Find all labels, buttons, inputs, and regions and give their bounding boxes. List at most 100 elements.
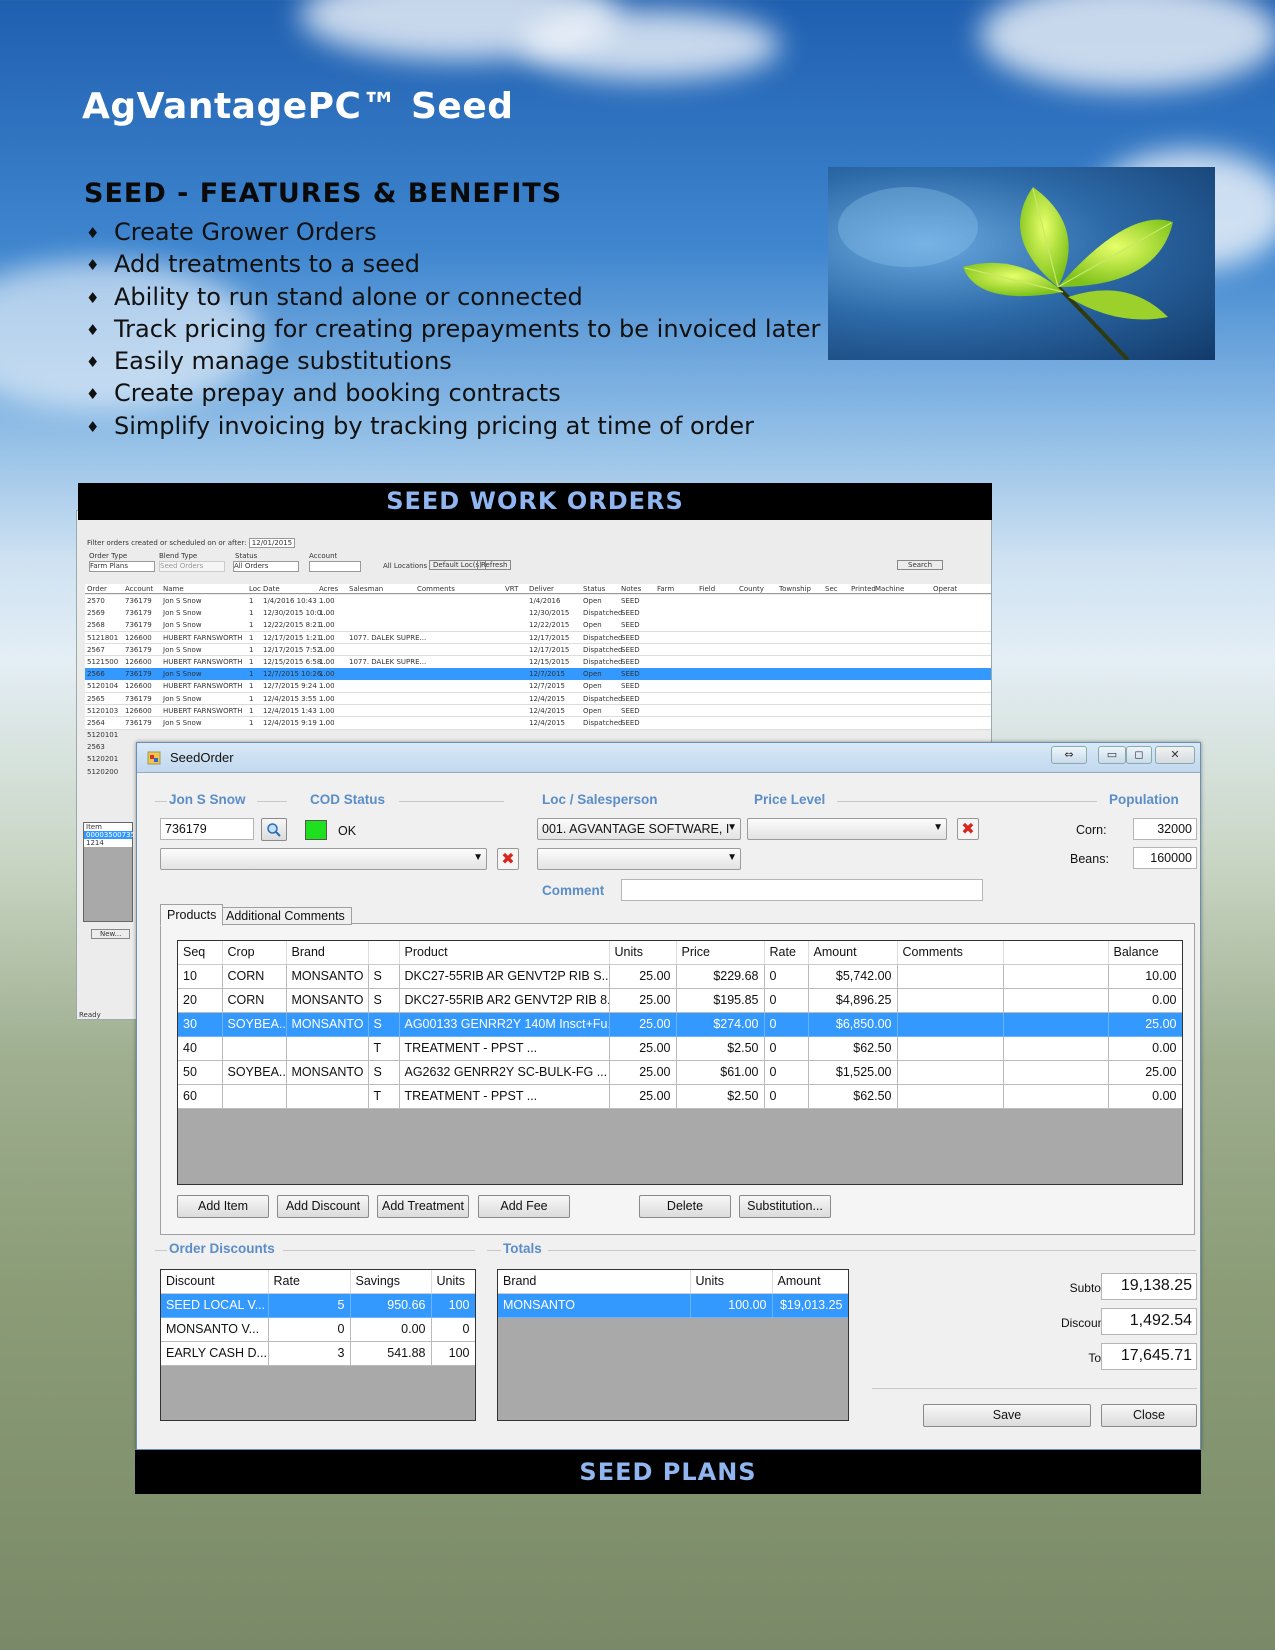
orders-col-header[interactable]: Order xyxy=(87,585,107,593)
product-cell-seq[interactable]: 30 xyxy=(178,1012,223,1037)
product-cell-seq[interactable]: 50 xyxy=(178,1060,223,1085)
product-cell-price[interactable]: $2.50 xyxy=(676,1084,765,1109)
discount-row[interactable]: SEED LOCAL V... 5 950.66 100 xyxy=(161,1293,475,1318)
close-window-button[interactable]: ✕ xyxy=(1155,746,1195,764)
search-account-button[interactable] xyxy=(261,818,287,841)
orders-col-header[interactable]: Comments xyxy=(417,585,455,593)
col-seq[interactable]: Seq xyxy=(178,941,223,965)
col-discount[interactable]: Discount xyxy=(161,1270,269,1294)
product-cell-comments[interactable] xyxy=(897,1084,1004,1109)
account-input[interactable]: 736179 xyxy=(160,818,254,840)
product-cell-price[interactable]: $274.00 xyxy=(676,1012,765,1037)
maximize-button[interactable]: ◻ xyxy=(1126,746,1152,764)
product-cell-type[interactable]: T xyxy=(368,1036,400,1061)
col-product[interactable]: Product xyxy=(399,941,610,965)
product-cell-balance[interactable]: 0.00 xyxy=(1108,1084,1182,1109)
orders-col-header[interactable]: Machine xyxy=(875,585,904,593)
product-cell-crop[interactable] xyxy=(222,1036,287,1061)
all-locations-checkbox[interactable]: All Locations xyxy=(383,562,427,570)
product-cell-brand[interactable]: MONSANTO xyxy=(286,988,369,1013)
product-cell-product[interactable]: AG2632 GENRR2Y SC-BULK-FG ... xyxy=(399,1060,610,1085)
product-cell-units[interactable]: 25.00 xyxy=(609,1012,677,1037)
product-cell-rate[interactable]: 0 xyxy=(764,988,809,1013)
ship-to-select[interactable]: ▼ xyxy=(160,848,487,870)
product-cell-units[interactable]: 25.00 xyxy=(609,988,677,1013)
orders-row-partial[interactable]: 2563 xyxy=(87,743,105,751)
product-cell-type[interactable]: S xyxy=(368,988,400,1013)
save-button[interactable]: Save xyxy=(923,1404,1091,1427)
blend-type-select[interactable]: Seed Orders xyxy=(159,561,225,572)
product-cell-seq[interactable]: 40 xyxy=(178,1036,223,1061)
discount-row[interactable]: MONSANTO V... 0 0.00 0 xyxy=(161,1317,475,1342)
product-cell-units[interactable]: 25.00 xyxy=(609,1060,677,1085)
product-cell-rate[interactable]: 0 xyxy=(764,964,809,989)
comment-input[interactable] xyxy=(621,879,983,901)
product-cell-extra[interactable] xyxy=(1003,964,1109,989)
col-units[interactable]: Units xyxy=(609,941,677,965)
product-cell-seq[interactable]: 20 xyxy=(178,988,223,1013)
product-cell-brand[interactable]: MONSANTO xyxy=(286,964,369,989)
col-extra[interactable] xyxy=(1003,941,1109,965)
orders-row-partial[interactable]: 5120101 xyxy=(87,731,118,739)
orders-col-header[interactable]: Name xyxy=(163,585,184,593)
col-balance[interactable]: Balance xyxy=(1108,941,1182,965)
product-cell-extra[interactable] xyxy=(1003,1084,1109,1109)
product-row[interactable]: 50 SOYBEA... MONSANTO S AG2632 GENRR2Y SC-BU… xyxy=(178,1060,1182,1085)
product-row[interactable]: 40 T TREATMENT - PPST ... 25.00 $2.50 0 $62.50… xyxy=(178,1036,1182,1061)
product-row[interactable]: 60 T TREATMENT - PPST ... 25.00 $2.50 0 $62.50… xyxy=(178,1084,1182,1109)
orders-col-header[interactable]: County xyxy=(739,585,764,593)
new-button[interactable]: New... xyxy=(91,929,131,939)
add-discount-button[interactable]: Add Discount xyxy=(277,1195,369,1218)
product-cell-product[interactable]: TREATMENT - PPST ... xyxy=(399,1036,610,1061)
product-cell-units[interactable]: 25.00 xyxy=(609,1036,677,1061)
product-cell-brand[interactable] xyxy=(286,1036,369,1061)
close-button[interactable]: Close xyxy=(1101,1404,1197,1427)
status-select[interactable]: All Orders xyxy=(233,561,299,572)
col-units[interactable]: Units xyxy=(690,1270,773,1294)
product-cell-type[interactable]: S xyxy=(368,964,400,989)
orders-col-header[interactable]: Operat xyxy=(933,585,957,593)
product-cell-units[interactable]: 25.00 xyxy=(609,1084,677,1109)
product-row[interactable]: 30 SOYBEA... MONSANTO S AG00133 GENRR2Y 140M… xyxy=(178,1012,1182,1037)
product-cell-type[interactable]: S xyxy=(368,1012,400,1037)
product-cell-balance[interactable]: 10.00 xyxy=(1108,964,1182,989)
product-cell-crop[interactable]: SOYBEA... xyxy=(222,1060,287,1085)
orders-row[interactable]: 2565 736179 Jon S Snow 1 12/4/2015 3:55 ... 1… xyxy=(85,692,991,706)
clear-ship-to-button[interactable]: ✖ xyxy=(497,848,519,870)
discount-row[interactable]: EARLY CASH D... 3 541.88 100 xyxy=(161,1341,475,1366)
item-row[interactable]: 00003500735700 xyxy=(84,831,148,839)
col-brand[interactable]: Brand xyxy=(498,1270,691,1294)
product-cell-rate[interactable]: 0 xyxy=(764,1012,809,1037)
item-row[interactable]: 1214 xyxy=(84,839,132,847)
orders-col-header[interactable]: Notes xyxy=(621,585,641,593)
product-row[interactable]: 20 CORN MONSANTO S DKC27-55RIB AR2 GENVT2P R… xyxy=(178,988,1182,1013)
product-cell-crop[interactable]: CORN xyxy=(222,964,287,989)
orders-col-header[interactable]: Printed xyxy=(851,585,876,593)
orders-col-header[interactable]: Date xyxy=(263,585,280,593)
product-cell-product[interactable]: AG00133 GENRR2Y 140M Insct+Fu... xyxy=(399,1012,610,1037)
clear-price-level-button[interactable]: ✖ xyxy=(957,818,979,840)
orders-col-header[interactable]: Township xyxy=(779,585,811,593)
price-level-select[interactable]: ▼ xyxy=(747,818,947,840)
product-cell-crop[interactable]: CORN xyxy=(222,988,287,1013)
orders-row[interactable]: 2566 736179 Jon S Snow 1 12/7/2015 10:26... 1… xyxy=(85,668,991,681)
product-cell-brand[interactable]: MONSANTO xyxy=(286,1012,369,1037)
product-cell-price[interactable]: $195.85 xyxy=(676,988,765,1013)
orders-row[interactable]: 5120104 126600 HUBERT FARNSWORTH 1 12/7/2015… xyxy=(85,680,991,693)
orders-row[interactable]: 5121500 126600 HUBERT FARNSWORTH 1 12/15/201… xyxy=(85,656,991,669)
brand-total-row[interactable]: MONSANTO 100.00 $19,013.25 xyxy=(498,1293,848,1318)
product-cell-rate[interactable]: 0 xyxy=(764,1060,809,1085)
delete-button[interactable]: Delete xyxy=(639,1195,731,1218)
orders-col-header[interactable]: Loc xyxy=(249,585,261,593)
col-type[interactable] xyxy=(368,941,400,965)
product-cell-price[interactable]: $229.68 xyxy=(676,964,765,989)
orders-col-header[interactable]: Status xyxy=(583,585,605,593)
product-cell-type[interactable]: S xyxy=(368,1060,400,1085)
window-titlebar[interactable]: SeedOrder ⇔ ▭ ◻ ✕ xyxy=(137,743,1200,773)
add-fee-button[interactable]: Add Fee xyxy=(478,1195,570,1218)
product-cell-product[interactable]: DKC27-55RIB AR GENVT2P RIB S... xyxy=(399,964,610,989)
product-cell-comments[interactable] xyxy=(897,964,1004,989)
col-crop[interactable]: Crop xyxy=(222,941,287,965)
orders-col-header[interactable]: VRT xyxy=(505,585,518,593)
substitution-button[interactable]: Substitution... xyxy=(739,1195,831,1218)
